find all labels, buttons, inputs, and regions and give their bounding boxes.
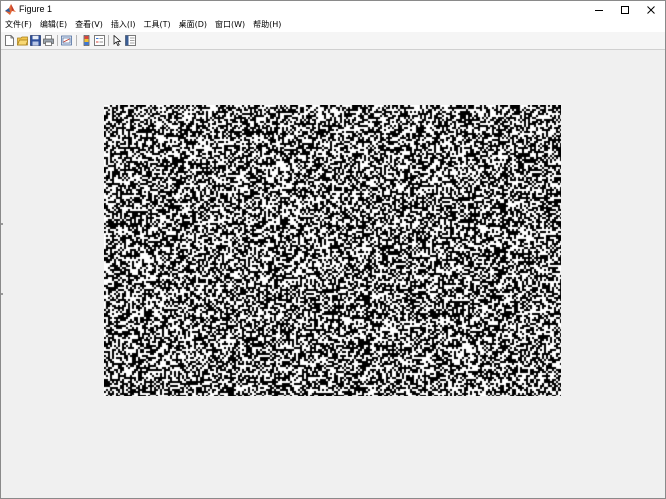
figure-canvas-area[interactable]: [1, 50, 665, 498]
save-icon[interactable]: [30, 35, 41, 46]
toolbar-separator: [108, 35, 109, 46]
print-icon[interactable]: [43, 35, 54, 46]
title-bar[interactable]: Figure 1: [1, 1, 665, 18]
link-plot-icon[interactable]: [61, 35, 72, 46]
menu-edit[interactable]: 编辑(E): [36, 19, 71, 31]
toolbar-separator: [76, 35, 77, 46]
menu-bar: 文件(F) 编辑(E) 查看(V) 插入(I) 工具(T) 桌面(D) 窗口(W…: [1, 18, 665, 32]
select-arrow-icon[interactable]: [112, 35, 123, 46]
noise-image[interactable]: [104, 105, 561, 396]
minimize-icon: [595, 9, 603, 11]
menu-window[interactable]: 窗口(W): [211, 19, 249, 31]
menu-insert[interactable]: 插入(I): [107, 19, 140, 31]
new-figure-icon[interactable]: [4, 35, 15, 46]
matlab-logo-icon: [5, 4, 16, 15]
close-button[interactable]: [636, 1, 665, 18]
maximize-icon: [621, 5, 629, 14]
window-edge-marker: [1, 293, 3, 295]
figure-window: Figure 1 文件(F) 编辑(E) 查看(V) 插入(I) 工具(T) 桌…: [0, 0, 666, 499]
close-icon: [647, 5, 655, 14]
property-editor-icon[interactable]: [125, 35, 136, 46]
open-file-icon[interactable]: [17, 35, 28, 46]
window-title: Figure 1: [19, 4, 53, 14]
menu-desktop[interactable]: 桌面(D): [175, 19, 211, 31]
menu-view[interactable]: 查看(V): [71, 19, 107, 31]
menu-tools[interactable]: 工具(T): [139, 19, 174, 31]
figure-toolbar: [1, 32, 665, 50]
menu-file[interactable]: 文件(F): [1, 19, 36, 31]
toolbar-separator: [57, 35, 58, 46]
colorbar-icon[interactable]: [81, 35, 92, 46]
menu-help[interactable]: 帮助(H): [249, 19, 285, 31]
legend-icon[interactable]: [94, 35, 105, 46]
window-edge-marker: [1, 223, 3, 225]
